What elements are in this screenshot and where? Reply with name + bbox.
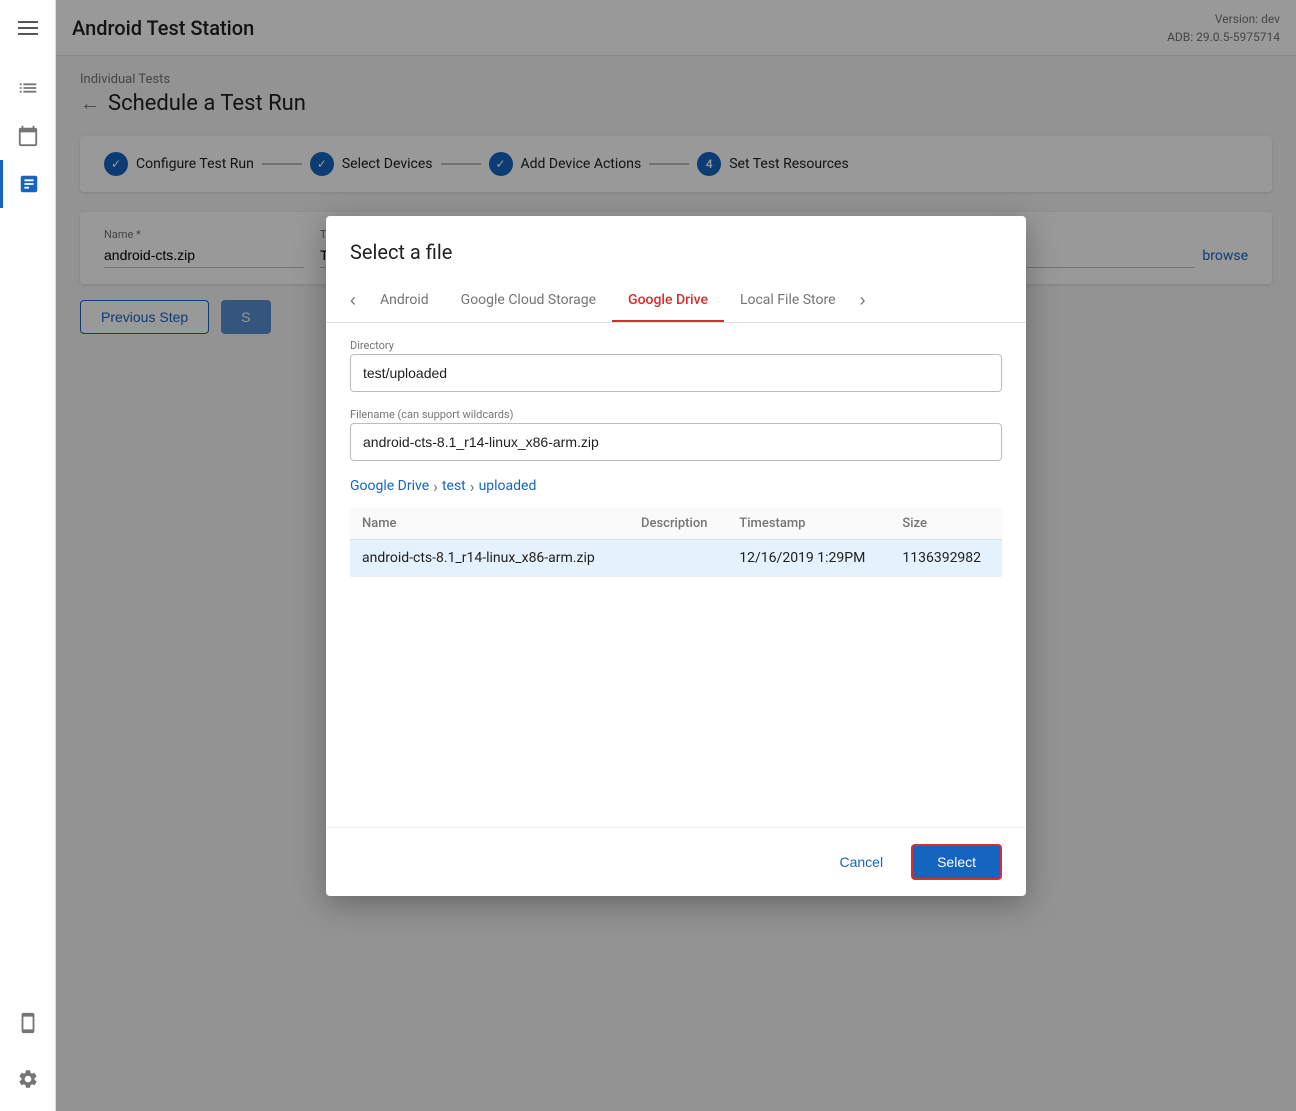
- directory-input[interactable]: [350, 354, 1002, 392]
- table-row[interactable]: android-cts-8.1_r14-linux_x86-arm.zip 12…: [350, 539, 1002, 576]
- list-icon[interactable]: [0, 64, 56, 112]
- tab-android[interactable]: Android: [364, 280, 445, 322]
- file-description: [629, 539, 727, 576]
- analytics-icon[interactable]: [0, 160, 56, 208]
- col-size: Size: [890, 508, 1002, 540]
- cancel-button[interactable]: Cancel: [823, 846, 899, 878]
- file-table: Name Description Timestamp Size android-…: [350, 508, 1002, 577]
- main-area: Android Test Station Version: dev ADB: 2…: [56, 0, 1296, 1111]
- tab-google-drive[interactable]: Google Drive: [612, 280, 724, 322]
- dialog-body: Directory Filename (can support wildcard…: [326, 323, 1026, 827]
- path-part-2[interactable]: uploaded: [479, 478, 537, 494]
- tab-next-button[interactable]: ›: [852, 290, 874, 311]
- settings-icon[interactable]: [0, 1055, 56, 1103]
- col-name: Name: [350, 508, 629, 540]
- col-description: Description: [629, 508, 727, 540]
- directory-label: Directory: [350, 339, 1002, 352]
- directory-field-group: Directory: [350, 339, 1002, 392]
- path-part-1[interactable]: test: [442, 478, 466, 494]
- dialog-title: Select a file: [326, 216, 1026, 280]
- file-name: android-cts-8.1_r14-linux_x86-arm.zip: [350, 539, 629, 576]
- file-size: 1136392982: [890, 539, 1002, 576]
- tab-prev-button[interactable]: ‹: [342, 290, 364, 311]
- tab-local-file-store[interactable]: Local File Store: [724, 280, 852, 322]
- sidebar: [0, 0, 56, 1111]
- dialog-tabs: ‹ Android Google Cloud Storage Google Dr…: [326, 280, 1026, 323]
- select-file-dialog: Select a file ‹ Android Google Cloud Sto…: [326, 216, 1026, 896]
- filename-input[interactable]: [350, 423, 1002, 461]
- path-root[interactable]: Google Drive: [350, 478, 429, 494]
- select-button[interactable]: Select: [911, 844, 1002, 880]
- filename-label: Filename (can support wildcards): [350, 408, 1002, 421]
- path-breadcrumb: Google Drive › test › uploaded: [350, 477, 1002, 496]
- col-timestamp: Timestamp: [727, 508, 890, 540]
- menu-icon[interactable]: [0, 0, 56, 56]
- phone-icon[interactable]: [0, 999, 56, 1047]
- tab-gcs[interactable]: Google Cloud Storage: [445, 280, 612, 322]
- file-timestamp: 12/16/2019 1:29PM: [727, 539, 890, 576]
- calendar-icon[interactable]: [0, 112, 56, 160]
- modal-overlay: Select a file ‹ Android Google Cloud Sto…: [56, 0, 1296, 1111]
- dialog-footer: Cancel Select: [326, 827, 1026, 896]
- filename-field-group: Filename (can support wildcards): [350, 408, 1002, 461]
